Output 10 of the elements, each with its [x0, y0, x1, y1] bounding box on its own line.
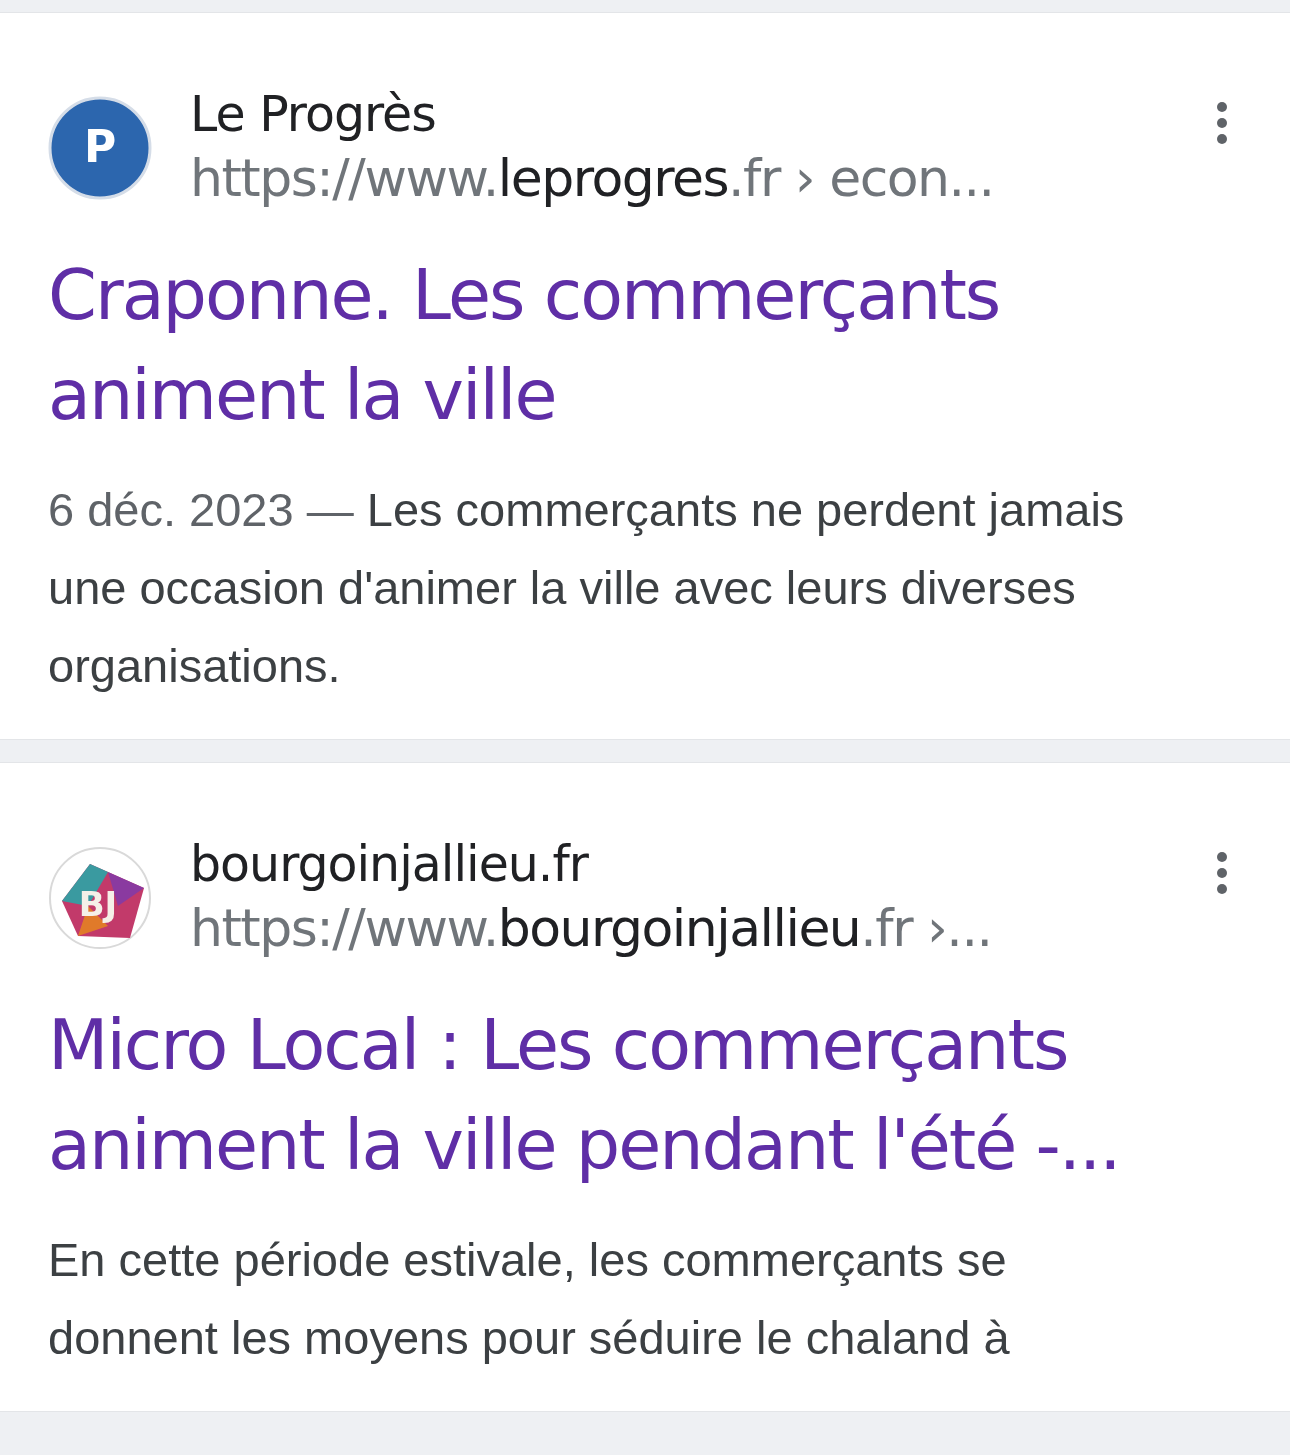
url-link[interactable]: https://www.leprogres.fr › econ...: [190, 145, 1174, 211]
source-name: bourgoinjallieu.fr: [190, 835, 590, 895]
letter-logo-icon: P: [48, 96, 152, 200]
url-link[interactable]: https://www.bourgoinjallieu.fr ›...: [190, 895, 1174, 961]
source-name: Le Progrès: [190, 85, 437, 145]
result-snippet: En cette période estivale, les commerçants se donnent les moyens pour séduire le chaland à: [48, 1232, 1011, 1366]
result-title-link[interactable]: Micro Local : Les commerçants animent la ville pendant l'été -...: [48, 995, 1242, 1195]
result-title-link[interactable]: Craponne. Les commerçants animent la ville: [48, 245, 1242, 445]
result-snippet: 6 déc. 2023 — Les commerçants ne perdent jamais une occasion d'animer la ville avec leurs diverses organisations.: [48, 482, 1126, 694]
gem-logo-icon: BJ: [48, 846, 152, 950]
